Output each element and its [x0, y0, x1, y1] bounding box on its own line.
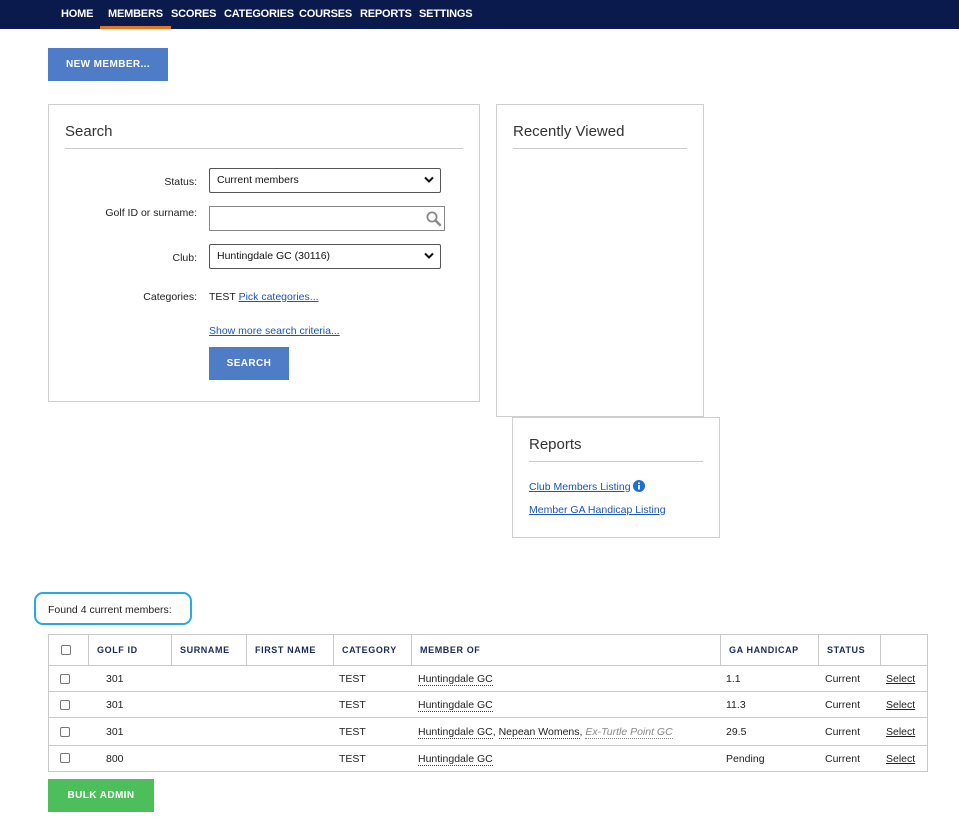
- club-members-listing-row: Club Members Listing: [529, 480, 646, 493]
- row-checkbox[interactable]: [60, 753, 70, 763]
- golf-id-cell: 301: [106, 726, 124, 738]
- select-link[interactable]: Select: [886, 726, 915, 738]
- bulk-admin-button[interactable]: BULK ADMIN: [48, 779, 154, 812]
- nav-scores[interactable]: SCORES: [171, 0, 216, 29]
- column-header-status[interactable]: STATUS: [818, 635, 881, 666]
- handicap-cell: Pending: [726, 753, 765, 765]
- found-members-highlight: Found 4 current members:: [34, 592, 192, 625]
- column-header-surname[interactable]: SURNAME: [171, 635, 246, 666]
- reports-divider: [529, 461, 703, 462]
- reports-title: Reports: [529, 436, 582, 453]
- column-header-ga-handicap[interactable]: GA HANDICAP: [720, 635, 818, 666]
- category-cell: TEST: [339, 726, 366, 738]
- golfid-input[interactable]: [209, 206, 445, 231]
- found-members-text: Found 4 current members:: [48, 604, 172, 616]
- column-header-golf-id[interactable]: GOLF ID: [88, 635, 171, 666]
- status-select[interactable]: Current members: [209, 168, 441, 193]
- members-table: GOLF ID SURNAME FIRST NAME CATEGORY MEMB…: [48, 634, 928, 772]
- nav-courses[interactable]: COURSES: [299, 0, 352, 29]
- row-checkbox[interactable]: [60, 674, 70, 684]
- table-row: 301 TEST Huntingdale GC 1.1 Current Sele…: [49, 665, 927, 691]
- status-label: Status:: [164, 176, 197, 188]
- nav-categories[interactable]: CATEGORIES: [224, 0, 294, 29]
- search-panel-title: Search: [65, 123, 113, 140]
- table-row: 800 TEST Huntingdale GC Pending Current …: [49, 745, 927, 771]
- search-icon[interactable]: [425, 210, 442, 227]
- member-of-cell: Huntingdale GC: [418, 673, 493, 686]
- column-header-member-of[interactable]: MEMBER OF: [411, 635, 721, 666]
- handicap-cell: 29.5: [726, 726, 747, 738]
- recently-viewed-title: Recently Viewed: [513, 123, 625, 140]
- nav-home[interactable]: HOME: [61, 0, 93, 29]
- nav-reports[interactable]: REPORTS: [360, 0, 412, 29]
- select-link[interactable]: Select: [886, 699, 915, 711]
- status-select-value: Current members: [217, 174, 299, 186]
- reports-panel: Reports Club Members Listing Member GA H…: [512, 417, 720, 538]
- ex-member-of-club: Ex-Turtle Point GC: [585, 726, 673, 739]
- status-cell: Current: [825, 726, 861, 738]
- golf-id-cell: 301: [106, 699, 124, 711]
- category-cell: TEST: [339, 753, 366, 765]
- club-label: Club:: [172, 252, 197, 264]
- new-member-button[interactable]: NEW MEMBER...: [48, 48, 168, 81]
- categories-value-group: TEST Pick categories...: [209, 291, 319, 303]
- search-button[interactable]: SEARCH: [209, 347, 289, 380]
- select-link[interactable]: Select: [886, 673, 915, 685]
- member-of-club: Huntingdale GC: [418, 699, 493, 712]
- pick-categories-link[interactable]: Pick categories...: [239, 291, 319, 303]
- status-cell: Current: [825, 699, 861, 711]
- handicap-cell: 1.1: [726, 673, 741, 685]
- nav-members[interactable]: MEMBERS: [100, 0, 171, 29]
- club-members-listing-link[interactable]: Club Members Listing: [529, 481, 631, 493]
- member-of-club: Nepean Womens: [498, 726, 580, 739]
- info-icon[interactable]: [633, 480, 646, 492]
- status-cell: Current: [825, 673, 861, 685]
- row-checkbox[interactable]: [60, 727, 70, 737]
- category-cell: TEST: [339, 673, 366, 685]
- category-cell: TEST: [339, 699, 366, 711]
- member-of-cell: Huntingdale GC: [418, 753, 493, 766]
- table-row: 301 TEST Huntingdale GC 11.3 Current Sel…: [49, 691, 927, 717]
- member-of-club: Huntingdale GC: [418, 726, 493, 739]
- status-cell: Current: [825, 753, 861, 765]
- categories-label: Categories:: [143, 291, 197, 303]
- golfid-label: Golf ID or surname:: [105, 207, 197, 219]
- member-of-cell: Huntingdale GC: [418, 699, 493, 712]
- recently-viewed-divider: [513, 148, 687, 149]
- column-header-category[interactable]: CATEGORY: [333, 635, 411, 666]
- member-of-cell: Huntingdale GC, Nepean Womens, Ex-Turtle…: [418, 726, 673, 739]
- categories-value: TEST: [209, 291, 236, 303]
- select-link[interactable]: Select: [886, 753, 915, 765]
- search-panel: Search Status: Current members Golf ID o…: [48, 104, 480, 402]
- member-handicap-listing-link[interactable]: Member GA Handicap Listing: [529, 504, 666, 516]
- golf-id-cell: 800: [106, 753, 124, 765]
- top-nav: HOME MEMBERS SCORES CATEGORIES COURSES R…: [0, 0, 959, 29]
- member-of-club: Huntingdale GC: [418, 673, 493, 686]
- search-panel-divider: [65, 148, 463, 149]
- chevron-down-icon: [424, 176, 434, 183]
- chevron-down-icon: [424, 252, 434, 259]
- header-select-all-cell: [49, 635, 89, 666]
- table-row: 301 TEST Huntingdale GC, Nepean Womens, …: [49, 717, 927, 745]
- select-all-checkbox[interactable]: [61, 645, 71, 655]
- recently-viewed-panel: Recently Viewed: [496, 104, 704, 417]
- club-select[interactable]: Huntingdale GC (30116): [209, 244, 441, 269]
- column-header-actions: [880, 635, 928, 666]
- member-of-club: Huntingdale GC: [418, 753, 493, 766]
- golf-id-cell: 301: [106, 673, 124, 685]
- column-header-first-name[interactable]: FIRST NAME: [246, 635, 333, 666]
- show-more-criteria-link[interactable]: Show more search criteria...: [209, 325, 340, 337]
- nav-settings[interactable]: SETTINGS: [419, 0, 473, 29]
- handicap-cell: 11.3: [726, 699, 746, 711]
- club-select-value: Huntingdale GC (30116): [217, 250, 331, 262]
- row-checkbox[interactable]: [60, 700, 70, 710]
